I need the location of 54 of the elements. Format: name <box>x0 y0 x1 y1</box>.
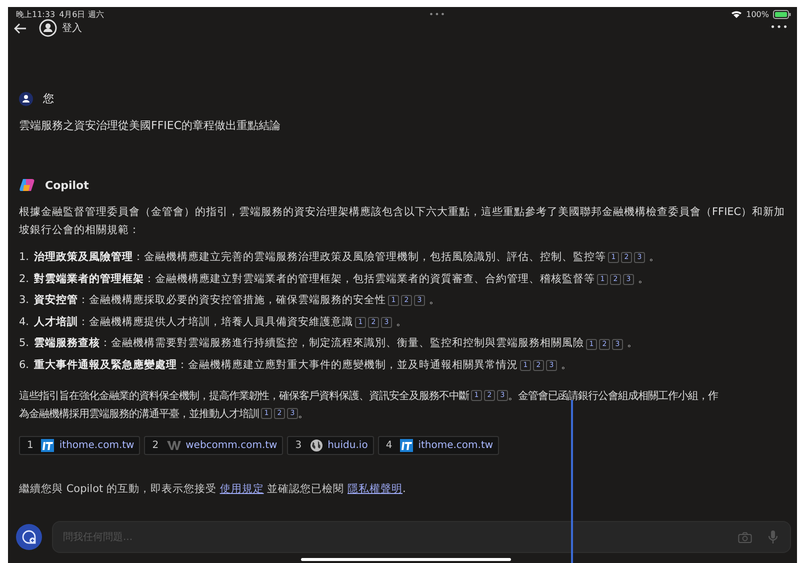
globe-icon <box>310 438 323 452</box>
microphone-icon <box>768 530 778 544</box>
reply-text: 。 <box>298 406 308 422</box>
more-button[interactable]: ••• <box>770 23 789 33</box>
list-item-period: 。 <box>627 336 638 352</box>
site-logo-icon <box>41 438 54 452</box>
reply-paragraph: 根據金融監督管理委員會（金管會）的指引，雲端服務的資安治理架構應該包含以下六大重點，這些重點參考了美國聯邦金融機構檢查委員會（FFIEC）和新加坡銀行公會的相關規範： <box>19 205 786 238</box>
terms-notice: 繼續您與 Copilot 的互動，即表示您接受 使用規定 並確認您已檢閱 隱私權聲明. <box>19 482 407 496</box>
source-link[interactable]: 2 webcomm.com.tw <box>144 436 284 455</box>
list-number: 3. <box>19 293 30 308</box>
status-time: 晚上11:33 <box>16 8 56 20</box>
battery-percent: 100% <box>746 10 769 18</box>
terms-link[interactable]: 使用規定 <box>220 482 264 495</box>
back-arrow-icon <box>14 22 27 34</box>
reply-text: 這些指引旨在強化金融業的資料保全機制，提高作業韌性，確保客戶資料保護、資訊安全及服務不中斷 <box>19 388 469 404</box>
reply-text: 。金管會已函請銀行公會組成相關工作小組，作 <box>508 388 718 404</box>
wifi-icon <box>731 10 742 18</box>
author-name: Copilot <box>45 178 89 192</box>
list-item-text: 重大事件通報及緊急應變處理：金融機構應建立應對重大事件的應變機制，並及時通報相關異常情況 <box>34 358 518 373</box>
list-number: 4. <box>19 314 30 330</box>
message-text: 雲端服務之資安治理從美國FFIEC的章程做出重點結論 <box>19 118 282 133</box>
list-number: 1. <box>19 250 30 265</box>
status-date: 4月6日 週六 <box>59 8 104 20</box>
sign-in-button[interactable]: 登入 <box>39 19 82 37</box>
list-item-text: 對雲端業者的管理框架：金融機構應建立對雲端業者的管理框架，包括雲端業者的資質審查、合約管理、稽核監督等 <box>34 272 595 287</box>
author-name: 您 <box>43 91 54 106</box>
chat-plus-icon <box>21 529 37 545</box>
reply-text: 為金融機構採用雲端服務的溝通平臺，並推動人才培訓 <box>19 406 259 422</box>
list-number: 6. <box>19 358 30 373</box>
source-link[interactable]: 3 huidu.io <box>287 436 374 455</box>
site-logo-icon <box>400 438 414 452</box>
new-chat-button[interactable] <box>16 524 42 550</box>
list-item-text: 資安控管：金融機構應採取必要的資安控管措施，確保雲端服務的安全性 <box>34 292 386 308</box>
privacy-link[interactable]: 隱私權聲明 <box>348 482 402 495</box>
source-link[interactable]: 4 ithome.com.tw <box>378 436 500 455</box>
list-item-period: 。 <box>638 272 649 287</box>
copilot-logo-icon <box>19 177 35 193</box>
source-link[interactable]: 1 ithome.com.tw <box>19 436 140 455</box>
user-avatar-icon <box>19 92 33 106</box>
list-number: 5. <box>19 336 30 352</box>
list-item-period: 。 <box>649 250 660 265</box>
list-item-period: 。 <box>396 314 407 330</box>
person-icon <box>39 19 57 37</box>
back-button[interactable] <box>14 22 27 34</box>
list-item-text: 人才培訓：金融機構應提供人才培訓，培養人員具備資安維護意識 <box>34 314 353 330</box>
list-item-text: 治理政策及風險管理：金融機構應建立完善的雲端服務治理政策及風險管理機制，包括風險識別、評估、控制、監控等 <box>34 250 606 265</box>
multitask-dots[interactable]: ••• <box>428 10 446 18</box>
list-number: 2. <box>19 272 30 287</box>
list-item-period: 。 <box>561 358 572 373</box>
site-logo-icon <box>166 439 181 452</box>
camera-icon <box>738 532 752 542</box>
list-item-text: 雲端服務查核：金融機構需要對雲端服務進行持續監控，制定流程來識別、衡量、監控和控制與雲端服務相關風險 <box>34 336 584 352</box>
list-item-period: 。 <box>429 293 440 308</box>
battery-icon <box>772 10 791 18</box>
